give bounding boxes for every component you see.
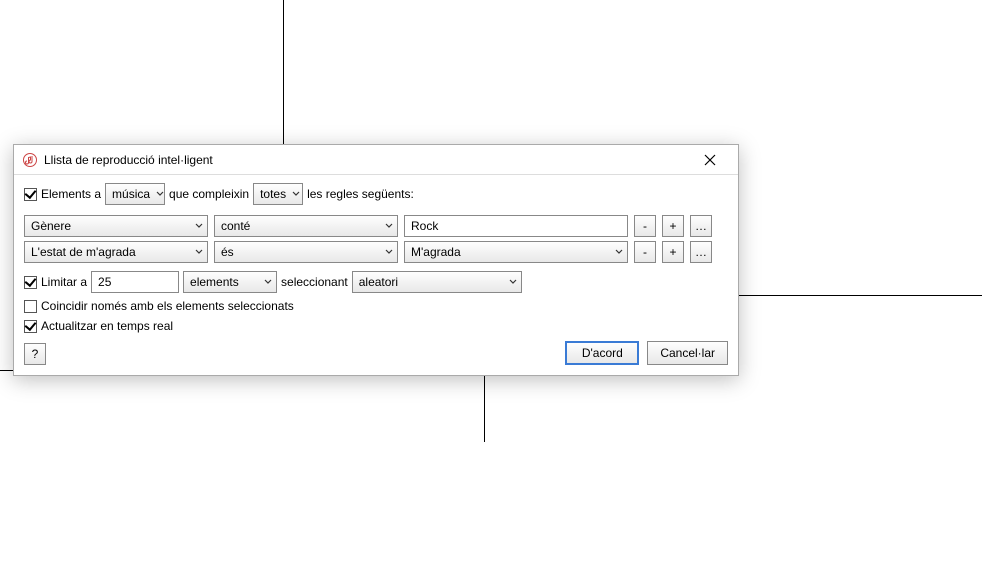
- nest-rule-button[interactable]: …: [690, 215, 712, 237]
- rule-operator-value: és: [221, 245, 234, 259]
- dialog-title: Llista de reproducció intel·ligent: [44, 153, 690, 167]
- rule-value-input[interactable]: Rock: [404, 215, 628, 237]
- add-rule-button[interactable]: +: [662, 241, 684, 263]
- chevron-down-icon: [509, 279, 517, 285]
- match-mid-label: que compleixin: [169, 187, 249, 201]
- smart-playlist-dialog: Llista de reproducció intel·ligent Eleme…: [13, 144, 739, 376]
- rule-field-value: L'estat de m'agrada: [31, 245, 136, 259]
- chevron-down-icon: [385, 223, 393, 229]
- rule-field-select[interactable]: Gènere: [24, 215, 208, 237]
- titlebar: Llista de reproducció intel·ligent: [14, 145, 738, 175]
- match-all-select[interactable]: totes: [253, 183, 303, 205]
- chevron-down-icon: [615, 249, 623, 255]
- limit-count-input[interactable]: 25: [91, 271, 179, 293]
- help-button[interactable]: ?: [24, 343, 46, 365]
- cancel-button[interactable]: Cancel·lar: [647, 341, 728, 365]
- dialog-footer: ? D'acord Cancel·lar: [24, 341, 728, 365]
- remove-rule-button[interactable]: -: [634, 241, 656, 263]
- limit-unit-select[interactable]: elements: [183, 271, 277, 293]
- nest-rule-button[interactable]: …: [690, 241, 712, 263]
- match-source-select[interactable]: música: [105, 183, 165, 205]
- chevron-down-icon: [264, 279, 272, 285]
- rule-field-value: Gènere: [31, 219, 71, 233]
- chevron-down-icon: [292, 191, 300, 197]
- live-update-row: Actualitzar en temps real: [24, 319, 728, 333]
- rule-value: Rock: [411, 219, 438, 233]
- match-all-value: totes: [260, 187, 286, 201]
- rule-value: M'agrada: [411, 245, 461, 259]
- limit-count-value: 25: [98, 275, 111, 289]
- chevron-down-icon: [385, 249, 393, 255]
- rule-row: L'estat de m'agrada és M'agrada - + …: [24, 241, 728, 263]
- music-note-icon: [22, 152, 38, 168]
- rule-operator-select[interactable]: és: [214, 241, 398, 263]
- rule-value-select[interactable]: M'agrada: [404, 241, 628, 263]
- limit-checkbox[interactable]: [24, 276, 37, 289]
- match-checked-label: Coincidir només amb els elements selecci…: [41, 299, 294, 313]
- close-icon: [704, 154, 716, 166]
- live-update-checkbox[interactable]: [24, 320, 37, 333]
- remove-rule-button[interactable]: -: [634, 215, 656, 237]
- chevron-down-icon: [195, 223, 203, 229]
- match-prefix-label: Elements a: [41, 187, 101, 201]
- footer-buttons: D'acord Cancel·lar: [565, 341, 728, 365]
- limit-by-value: aleatori: [359, 275, 398, 289]
- match-checked-checkbox[interactable]: [24, 300, 37, 313]
- limit-label: Limitar a: [41, 275, 87, 289]
- close-button[interactable]: [690, 148, 730, 172]
- limit-unit-value: elements: [190, 275, 239, 289]
- callout-line-top: [283, 0, 284, 144]
- ok-button[interactable]: D'acord: [565, 341, 639, 365]
- rule-operator-value: conté: [221, 219, 250, 233]
- match-source-value: música: [112, 187, 150, 201]
- live-update-label: Actualitzar en temps real: [41, 319, 173, 333]
- match-row: Elements a música que compleixin totes l…: [24, 183, 728, 205]
- rule-row: Gènere conté Rock - + …: [24, 215, 728, 237]
- rule-field-select[interactable]: L'estat de m'agrada: [24, 241, 208, 263]
- match-checked-row: Coincidir només amb els elements selecci…: [24, 299, 728, 313]
- limit-row: Limitar a 25 elements seleccionant aleat…: [24, 271, 728, 293]
- limit-select-label: seleccionant: [281, 275, 348, 289]
- limit-by-select[interactable]: aleatori: [352, 271, 522, 293]
- add-rule-button[interactable]: +: [662, 215, 684, 237]
- chevron-down-icon: [156, 191, 164, 197]
- chevron-down-icon: [195, 249, 203, 255]
- rule-operator-select[interactable]: conté: [214, 215, 398, 237]
- dialog-content: Elements a música que compleixin totes l…: [14, 175, 738, 375]
- match-suffix-label: les regles següents:: [307, 187, 414, 201]
- match-checkbox[interactable]: [24, 188, 37, 201]
